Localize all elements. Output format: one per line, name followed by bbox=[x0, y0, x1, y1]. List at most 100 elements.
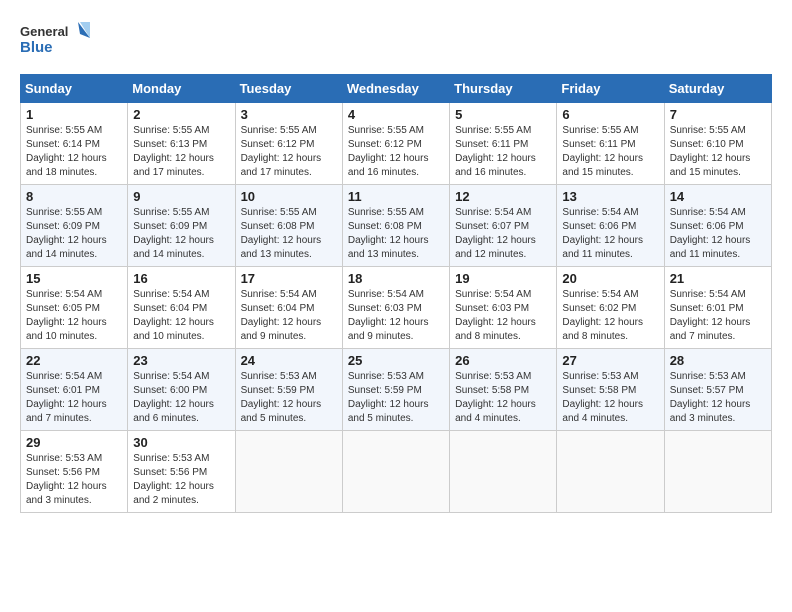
day-info: Sunrise: 5:55 AM Sunset: 6:11 PM Dayligh… bbox=[455, 124, 551, 180]
calendar-cell: 5 Sunrise: 5:55 AM Sunset: 6:11 PM Dayli… bbox=[450, 103, 557, 185]
day-info: Sunrise: 5:53 AM Sunset: 5:58 PM Dayligh… bbox=[562, 370, 658, 426]
calendar-cell: 10 Sunrise: 5:55 AM Sunset: 6:08 PM Dayl… bbox=[235, 185, 342, 267]
day-info: Sunrise: 5:55 AM Sunset: 6:08 PM Dayligh… bbox=[348, 206, 444, 262]
calendar-cell: 8 Sunrise: 5:55 AM Sunset: 6:09 PM Dayli… bbox=[21, 185, 128, 267]
day-number: 12 bbox=[455, 189, 551, 204]
day-info: Sunrise: 5:54 AM Sunset: 6:05 PM Dayligh… bbox=[26, 288, 122, 344]
calendar-cell bbox=[235, 431, 342, 513]
calendar-cell: 29 Sunrise: 5:53 AM Sunset: 5:56 PM Dayl… bbox=[21, 431, 128, 513]
day-info: Sunrise: 5:55 AM Sunset: 6:13 PM Dayligh… bbox=[133, 124, 229, 180]
day-number: 1 bbox=[26, 107, 122, 122]
calendar-cell bbox=[450, 431, 557, 513]
day-info: Sunrise: 5:55 AM Sunset: 6:14 PM Dayligh… bbox=[26, 124, 122, 180]
day-info: Sunrise: 5:55 AM Sunset: 6:09 PM Dayligh… bbox=[133, 206, 229, 262]
calendar-cell: 17 Sunrise: 5:54 AM Sunset: 6:04 PM Dayl… bbox=[235, 267, 342, 349]
calendar-cell: 16 Sunrise: 5:54 AM Sunset: 6:04 PM Dayl… bbox=[128, 267, 235, 349]
calendar-cell: 9 Sunrise: 5:55 AM Sunset: 6:09 PM Dayli… bbox=[128, 185, 235, 267]
day-info: Sunrise: 5:54 AM Sunset: 6:02 PM Dayligh… bbox=[562, 288, 658, 344]
day-number: 20 bbox=[562, 271, 658, 286]
day-number: 19 bbox=[455, 271, 551, 286]
weekday-header-sunday: Sunday bbox=[21, 75, 128, 103]
calendar-cell bbox=[557, 431, 664, 513]
day-number: 15 bbox=[26, 271, 122, 286]
calendar-table: SundayMondayTuesdayWednesdayThursdayFrid… bbox=[20, 74, 772, 513]
calendar-cell bbox=[342, 431, 449, 513]
day-info: Sunrise: 5:54 AM Sunset: 6:01 PM Dayligh… bbox=[670, 288, 766, 344]
weekday-header-friday: Friday bbox=[557, 75, 664, 103]
day-info: Sunrise: 5:53 AM Sunset: 5:56 PM Dayligh… bbox=[26, 452, 122, 508]
day-info: Sunrise: 5:55 AM Sunset: 6:10 PM Dayligh… bbox=[670, 124, 766, 180]
calendar-cell bbox=[664, 431, 771, 513]
weekday-header-monday: Monday bbox=[128, 75, 235, 103]
day-number: 29 bbox=[26, 435, 122, 450]
calendar-cell: 21 Sunrise: 5:54 AM Sunset: 6:01 PM Dayl… bbox=[664, 267, 771, 349]
day-number: 11 bbox=[348, 189, 444, 204]
day-number: 28 bbox=[670, 353, 766, 368]
day-number: 24 bbox=[241, 353, 337, 368]
day-info: Sunrise: 5:55 AM Sunset: 6:12 PM Dayligh… bbox=[348, 124, 444, 180]
day-number: 9 bbox=[133, 189, 229, 204]
calendar-cell: 3 Sunrise: 5:55 AM Sunset: 6:12 PM Dayli… bbox=[235, 103, 342, 185]
day-info: Sunrise: 5:54 AM Sunset: 6:01 PM Dayligh… bbox=[26, 370, 122, 426]
calendar-cell: 15 Sunrise: 5:54 AM Sunset: 6:05 PM Dayl… bbox=[21, 267, 128, 349]
day-number: 30 bbox=[133, 435, 229, 450]
weekday-header-tuesday: Tuesday bbox=[235, 75, 342, 103]
day-info: Sunrise: 5:53 AM Sunset: 5:56 PM Dayligh… bbox=[133, 452, 229, 508]
day-info: Sunrise: 5:53 AM Sunset: 5:57 PM Dayligh… bbox=[670, 370, 766, 426]
day-info: Sunrise: 5:53 AM Sunset: 5:58 PM Dayligh… bbox=[455, 370, 551, 426]
day-number: 2 bbox=[133, 107, 229, 122]
day-number: 25 bbox=[348, 353, 444, 368]
day-number: 17 bbox=[241, 271, 337, 286]
calendar-cell: 13 Sunrise: 5:54 AM Sunset: 6:06 PM Dayl… bbox=[557, 185, 664, 267]
calendar-cell: 24 Sunrise: 5:53 AM Sunset: 5:59 PM Dayl… bbox=[235, 349, 342, 431]
calendar-cell: 4 Sunrise: 5:55 AM Sunset: 6:12 PM Dayli… bbox=[342, 103, 449, 185]
logo: General Blue bbox=[20, 20, 90, 58]
day-info: Sunrise: 5:55 AM Sunset: 6:08 PM Dayligh… bbox=[241, 206, 337, 262]
day-info: Sunrise: 5:54 AM Sunset: 6:04 PM Dayligh… bbox=[133, 288, 229, 344]
calendar-cell: 22 Sunrise: 5:54 AM Sunset: 6:01 PM Dayl… bbox=[21, 349, 128, 431]
weekday-header-saturday: Saturday bbox=[664, 75, 771, 103]
day-number: 3 bbox=[241, 107, 337, 122]
calendar-cell: 6 Sunrise: 5:55 AM Sunset: 6:11 PM Dayli… bbox=[557, 103, 664, 185]
day-info: Sunrise: 5:55 AM Sunset: 6:11 PM Dayligh… bbox=[562, 124, 658, 180]
day-number: 4 bbox=[348, 107, 444, 122]
calendar-cell: 19 Sunrise: 5:54 AM Sunset: 6:03 PM Dayl… bbox=[450, 267, 557, 349]
calendar-cell: 14 Sunrise: 5:54 AM Sunset: 6:06 PM Dayl… bbox=[664, 185, 771, 267]
calendar-cell: 28 Sunrise: 5:53 AM Sunset: 5:57 PM Dayl… bbox=[664, 349, 771, 431]
weekday-header-wednesday: Wednesday bbox=[342, 75, 449, 103]
day-number: 7 bbox=[670, 107, 766, 122]
calendar-cell: 27 Sunrise: 5:53 AM Sunset: 5:58 PM Dayl… bbox=[557, 349, 664, 431]
logo-svg: General Blue bbox=[20, 20, 90, 58]
day-number: 6 bbox=[562, 107, 658, 122]
day-info: Sunrise: 5:55 AM Sunset: 6:09 PM Dayligh… bbox=[26, 206, 122, 262]
calendar-cell: 7 Sunrise: 5:55 AM Sunset: 6:10 PM Dayli… bbox=[664, 103, 771, 185]
day-number: 13 bbox=[562, 189, 658, 204]
calendar-cell: 25 Sunrise: 5:53 AM Sunset: 5:59 PM Dayl… bbox=[342, 349, 449, 431]
day-info: Sunrise: 5:54 AM Sunset: 6:06 PM Dayligh… bbox=[670, 206, 766, 262]
day-info: Sunrise: 5:54 AM Sunset: 6:06 PM Dayligh… bbox=[562, 206, 658, 262]
calendar-cell: 23 Sunrise: 5:54 AM Sunset: 6:00 PM Dayl… bbox=[128, 349, 235, 431]
calendar-cell: 18 Sunrise: 5:54 AM Sunset: 6:03 PM Dayl… bbox=[342, 267, 449, 349]
day-number: 5 bbox=[455, 107, 551, 122]
calendar-cell: 11 Sunrise: 5:55 AM Sunset: 6:08 PM Dayl… bbox=[342, 185, 449, 267]
day-info: Sunrise: 5:54 AM Sunset: 6:04 PM Dayligh… bbox=[241, 288, 337, 344]
day-number: 10 bbox=[241, 189, 337, 204]
page-header: General Blue bbox=[20, 20, 772, 58]
day-info: Sunrise: 5:54 AM Sunset: 6:03 PM Dayligh… bbox=[348, 288, 444, 344]
day-number: 27 bbox=[562, 353, 658, 368]
day-number: 8 bbox=[26, 189, 122, 204]
day-info: Sunrise: 5:54 AM Sunset: 6:07 PM Dayligh… bbox=[455, 206, 551, 262]
day-info: Sunrise: 5:54 AM Sunset: 6:03 PM Dayligh… bbox=[455, 288, 551, 344]
calendar-cell: 20 Sunrise: 5:54 AM Sunset: 6:02 PM Dayl… bbox=[557, 267, 664, 349]
svg-text:General: General bbox=[20, 24, 68, 39]
day-number: 18 bbox=[348, 271, 444, 286]
calendar-cell: 12 Sunrise: 5:54 AM Sunset: 6:07 PM Dayl… bbox=[450, 185, 557, 267]
day-info: Sunrise: 5:53 AM Sunset: 5:59 PM Dayligh… bbox=[241, 370, 337, 426]
svg-text:Blue: Blue bbox=[20, 39, 53, 56]
day-number: 21 bbox=[670, 271, 766, 286]
weekday-header-thursday: Thursday bbox=[450, 75, 557, 103]
day-info: Sunrise: 5:54 AM Sunset: 6:00 PM Dayligh… bbox=[133, 370, 229, 426]
day-number: 26 bbox=[455, 353, 551, 368]
day-number: 23 bbox=[133, 353, 229, 368]
day-number: 16 bbox=[133, 271, 229, 286]
